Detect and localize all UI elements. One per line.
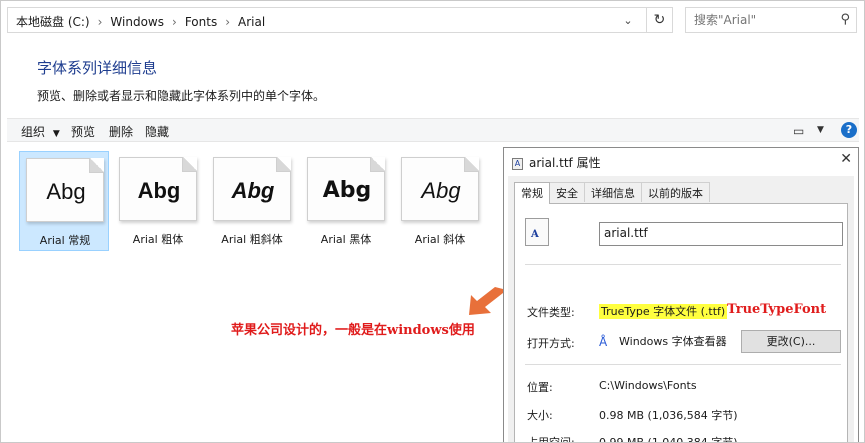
font-preview-icon: Abg (119, 157, 197, 221)
change-button[interactable]: 更改(C)... (741, 330, 841, 353)
chevron-right-icon: › (97, 14, 103, 29)
close-icon[interactable]: ✕ (840, 151, 852, 167)
search-input[interactable] (692, 9, 832, 31)
tab-security[interactable]: 安全 (549, 182, 585, 202)
page-title: 字体系列详细信息 (37, 59, 158, 77)
help-icon[interactable]: ? (841, 122, 857, 138)
tab-previous-versions[interactable]: 以前的版本 (641, 182, 710, 202)
font-caption: Arial 粗体 (132, 233, 184, 246)
open-with-app: Windows 字体查看器 (619, 335, 727, 348)
hide-button[interactable]: 隐藏 (145, 123, 169, 140)
size-on-disk-value: 0.99 MB (1,040,384 字节) (599, 436, 738, 443)
font-item-bold-italic[interactable]: Abg Arial 粗斜体 (207, 151, 297, 251)
organize-label: 组织 (21, 125, 46, 139)
font-preview-icon: Abg (213, 157, 291, 221)
dialog-title-text: arial.ttf 属性 (529, 156, 601, 170)
font-sample: Abg (46, 179, 86, 204)
font-caption: Arial 粗斜体 (221, 233, 283, 246)
refresh-icon[interactable]: ↻ (646, 8, 672, 32)
font-sample: Abg (421, 178, 461, 203)
tab-panel-general: arial.ttf 文件类型: TrueType 字体文件 (.ttf) Tru… (514, 203, 848, 443)
divider (525, 264, 841, 265)
view-icon[interactable]: ▭ (793, 124, 804, 138)
open-with-value: Å Windows 字体查看器 (599, 333, 727, 349)
properties-dialog: Aarial.ttf 属性 ✕ 常规 安全 详细信息 以前的版本 arial.t… (503, 147, 859, 443)
breadcrumb-item-arial[interactable]: Arial (238, 15, 265, 29)
font-caption: Arial 斜体 (414, 233, 466, 246)
delete-button[interactable]: 删除 (109, 123, 133, 140)
breadcrumb-item-drive[interactable]: 本地磁盘 (C:) (16, 13, 90, 30)
chevron-right-icon: › (172, 14, 177, 29)
divider (525, 364, 841, 365)
font-viewer-icon: Å (599, 335, 608, 349)
organize-button[interactable]: 组织 ▼ (21, 123, 60, 140)
file-type-annotation: TrueTypeFont (727, 302, 827, 317)
address-bar[interactable]: 本地磁盘 (C:) › Windows › Fonts › Arial ⌄ ↻ (7, 7, 673, 33)
font-sample: Abg (137, 178, 181, 203)
size-on-disk-label: 占用空间: (527, 436, 575, 443)
font-preview-icon: Abg (401, 157, 479, 221)
font-caption: Arial 黑体 (320, 233, 372, 246)
font-item-bold[interactable]: Abg Arial 粗体 (113, 151, 203, 251)
annotation-arrow-icon (469, 287, 503, 315)
file-name-field[interactable]: arial.ttf (599, 222, 843, 246)
size-value: 0.98 MB (1,036,584 字节) (599, 409, 738, 422)
caret-down-icon: ▼ (52, 129, 60, 139)
font-item-regular[interactable]: Abg Arial 常规 (19, 151, 109, 251)
caret-down-icon[interactable]: ▼ (817, 125, 824, 135)
tab-general[interactable]: 常规 (514, 182, 550, 204)
font-caption: Arial 常规 (39, 234, 91, 247)
breadcrumb-item-fonts[interactable]: Fonts (185, 15, 217, 29)
tab-strip: 常规 安全 详细信息 以前的版本 (514, 182, 710, 204)
font-list: Abg Arial 常规 Abg Arial 粗体 Abg Arial 粗斜体 … (19, 151, 499, 261)
search-box[interactable]: ⚲ (685, 7, 857, 33)
explorer-window: 本地磁盘 (C:) › Windows › Fonts › Arial ⌄ ↻ … (0, 0, 865, 443)
location-label: 位置: (527, 381, 553, 394)
page-description: 预览、删除或者显示和隐藏此字体系列中的单个字体。 (37, 89, 326, 103)
file-type-label: 文件类型: (527, 306, 575, 319)
annotation-text: 苹果公司设计的，一般是在windows使用 (231, 323, 475, 338)
open-with-label: 打开方式: (527, 337, 575, 350)
file-type-text: TrueType 字体文件 (.ttf) (599, 304, 728, 319)
font-preview-icon: Abg (307, 157, 385, 221)
font-sample: Abg (322, 178, 372, 203)
tab-details[interactable]: 详细信息 (584, 182, 642, 202)
font-file-icon (525, 218, 549, 246)
font-item-italic[interactable]: Abg Arial 斜体 (395, 151, 485, 251)
preview-button[interactable]: 预览 (71, 123, 95, 140)
location-value: C:\Windows\Fonts (599, 379, 697, 392)
dialog-body: 常规 安全 详细信息 以前的版本 arial.ttf 文件类型: TrueTyp… (508, 176, 854, 443)
font-item-black[interactable]: Abg Arial 黑体 (301, 151, 391, 251)
command-bar: 组织 ▼ 预览 删除 隐藏 ▭ ▼ ? (7, 118, 859, 142)
size-label: 大小: (527, 409, 553, 422)
breadcrumb: 本地磁盘 (C:) › Windows › Fonts › Arial (16, 13, 265, 30)
file-type-value: TrueType 字体文件 (.ttf) (599, 303, 728, 319)
breadcrumb-item-windows[interactable]: Windows (110, 15, 164, 29)
font-preview-icon: Abg (26, 158, 104, 222)
search-icon[interactable]: ⚲ (840, 12, 850, 27)
chevron-down-icon[interactable]: ⌄ (618, 12, 638, 30)
dialog-title: Aarial.ttf 属性 (512, 154, 601, 171)
font-sample: Abg (231, 178, 275, 203)
font-file-icon: A (512, 157, 523, 170)
chevron-right-icon: › (225, 14, 231, 29)
